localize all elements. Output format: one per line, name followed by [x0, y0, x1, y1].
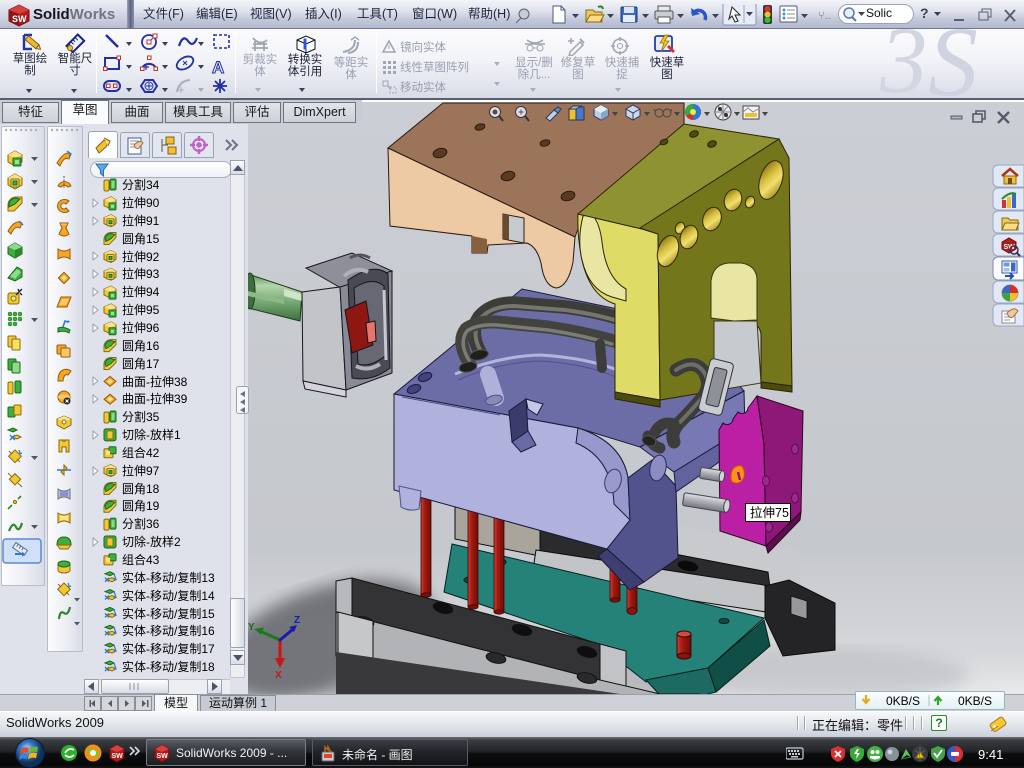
svg-text:组合43: 组合43	[122, 552, 160, 567]
svg-text:圆角15: 圆角15	[122, 232, 160, 246]
svg-text:0KB/S: 0KB/S	[886, 694, 920, 708]
svg-text:实体-移动/复制16: 实体-移动/复制16	[122, 623, 215, 638]
svg-text:Z: Z	[294, 615, 300, 626]
svg-text:0KB/S: 0KB/S	[958, 694, 992, 708]
svg-text:9:41: 9:41	[978, 747, 1003, 762]
svg-text:SW: SW	[12, 14, 27, 24]
svg-text:SW: SW	[112, 753, 124, 760]
svg-text:实体-移动/复制13: 实体-移动/复制13	[122, 570, 215, 585]
svg-text:圆角16: 圆角16	[122, 339, 160, 353]
svg-text:曲面-拉伸38: 曲面-拉伸38	[122, 374, 188, 389]
svg-text:拉伸75: 拉伸75	[750, 505, 789, 520]
svg-text:X: X	[275, 670, 282, 681]
svg-text:分割35: 分割35	[122, 409, 160, 424]
svg-text:分割34: 分割34	[122, 177, 160, 192]
svg-text:拉伸91: 拉伸91	[122, 213, 160, 228]
svg-text:实体-移动/复制18: 实体-移动/复制18	[122, 659, 215, 674]
svg-text:实体-移动/复制17: 实体-移动/复制17	[122, 641, 215, 656]
svg-text:拉伸92: 拉伸92	[122, 249, 160, 264]
svg-text:拉伸93: 拉伸93	[122, 266, 160, 281]
svg-text:切除-放样2: 切除-放样2	[122, 534, 181, 549]
svg-text:实体-移动/复制14: 实体-移动/复制14	[122, 588, 215, 603]
svg-text:Y: Y	[248, 622, 255, 633]
svg-text:⑂..: ⑂..	[818, 10, 831, 22]
svg-text:拉伸94: 拉伸94	[122, 284, 160, 299]
svg-text:组合42: 组合42	[122, 445, 160, 460]
svg-text:曲面-拉伸39: 曲面-拉伸39	[122, 391, 188, 406]
svg-text:分割36: 分割36	[122, 516, 160, 531]
svg-text:切除-放样1: 切除-放样1	[122, 427, 181, 442]
svg-text:拉伸90: 拉伸90	[122, 195, 160, 210]
svg-text:S: S	[928, 20, 978, 100]
svg-text:A: A	[212, 58, 224, 77]
svg-text:实体-移动/复制15: 实体-移动/复制15	[122, 606, 215, 621]
svg-text:SW: SW	[157, 753, 169, 760]
svg-text:圆角17: 圆角17	[122, 357, 160, 371]
svg-text:3: 3	[880, 20, 928, 100]
svg-text:拉伸95: 拉伸95	[122, 302, 160, 317]
svg-text:拉伸96: 拉伸96	[122, 320, 160, 335]
svg-text:拉伸97: 拉伸97	[122, 463, 160, 478]
svg-text:圆角18: 圆角18	[122, 482, 160, 496]
svg-text:圆角19: 圆角19	[122, 499, 160, 513]
